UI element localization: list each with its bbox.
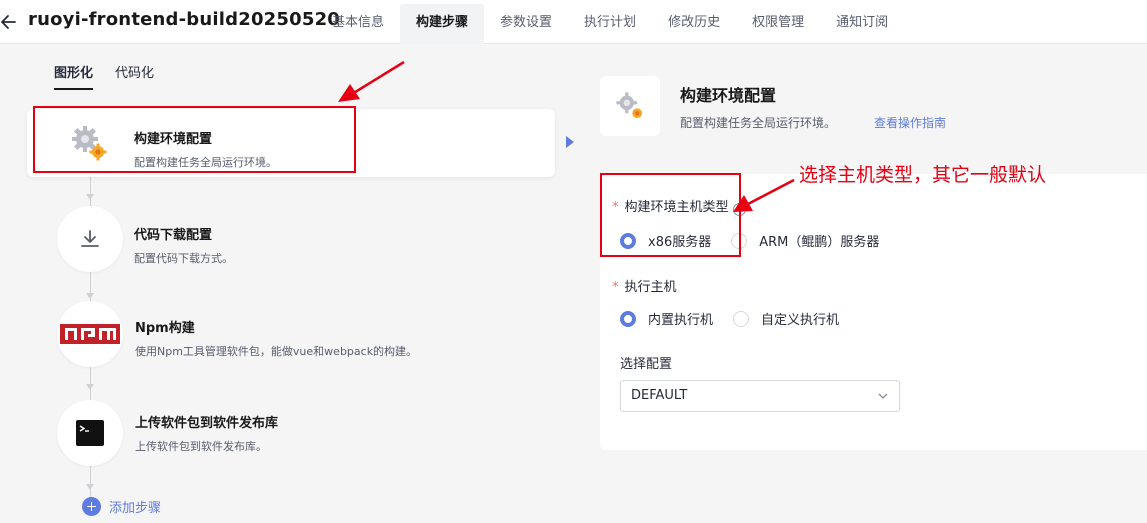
connector-arrow-icon xyxy=(86,194,94,200)
terminal-icon xyxy=(76,420,104,446)
back-arrow-icon[interactable] xyxy=(0,12,18,32)
executor-radio-group: 内置执行机 自定义执行机 xyxy=(620,309,859,328)
pipeline-title: ruoyi-frontend-build20250520 xyxy=(28,9,341,30)
gear-icon xyxy=(616,92,642,118)
step-code-download[interactable]: 代码下载配置 配置代码下载方式。 xyxy=(57,206,537,272)
operation-guide-link[interactable]: 查看操作指南 xyxy=(874,114,946,131)
config-desc: 配置构建任务全局运行环境。 xyxy=(680,116,837,130)
tab-notifications[interactable]: 通知订阅 xyxy=(820,4,904,44)
config-panel: 构建环境配置 配置构建任务全局运行环境。 查看操作指南 * 构建环境主机类型? x… xyxy=(580,44,1147,523)
radio-unchecked-icon xyxy=(733,310,750,327)
selected-step-indicator-icon xyxy=(566,136,574,148)
step-desc: 配置代码下载方式。 xyxy=(134,252,233,265)
connector-arrow-icon xyxy=(86,384,94,390)
step-name: 代码下载配置 xyxy=(134,228,213,243)
step-name: 上传软件包到软件发布库 xyxy=(135,416,279,431)
step-icon-circle xyxy=(57,206,123,272)
npm-logo-icon xyxy=(60,324,120,344)
download-icon xyxy=(81,230,99,247)
tab-permissions[interactable]: 权限管理 xyxy=(736,4,820,44)
profile-select-value: DEFAULT xyxy=(631,388,688,403)
connector-arrow-icon xyxy=(86,484,94,490)
mode-tab-code[interactable]: 代码化 xyxy=(115,62,154,90)
add-step-label: 添加步骤 xyxy=(109,500,162,516)
profile-label: 选择配置 xyxy=(620,357,673,372)
step-name: Npm构建 xyxy=(135,321,195,336)
step-icon-circle xyxy=(57,400,123,466)
tab-schedule[interactable]: 执行计划 xyxy=(568,4,652,44)
config-header: 构建环境配置 配置构建任务全局运行环境。 查看操作指南 xyxy=(600,76,1147,136)
tab-bar: 基本信息 构建步骤 参数设置 执行计划 修改历史 权限管理 通知订阅 xyxy=(316,4,904,44)
tab-history[interactable]: 修改历史 xyxy=(652,4,736,44)
plus-circle-icon xyxy=(82,496,101,516)
profile-select[interactable]: DEFAULT xyxy=(620,380,900,412)
radio-builtin-executor[interactable]: 内置执行机 xyxy=(620,309,713,328)
config-icon-box xyxy=(600,76,660,136)
step-desc: 上传软件包到软件发布库。 xyxy=(135,440,267,453)
chevron-down-icon xyxy=(878,393,888,399)
mode-tabs: 图形化 代码化 xyxy=(54,62,154,90)
top-bar: ruoyi-frontend-build20250520 基本信息 构建步骤 参… xyxy=(0,0,1147,44)
step-npm-build[interactable]: Npm构建 使用Npm工具管理软件包，能做vue和webpack的构建。 xyxy=(57,301,537,367)
tab-basic-info[interactable]: 基本信息 xyxy=(316,4,400,44)
add-step-button[interactable]: 添加步骤 xyxy=(82,496,161,516)
radio-custom-executor[interactable]: 自定义执行机 xyxy=(733,309,839,328)
connector-arrow-icon xyxy=(86,293,94,299)
step-desc: 使用Npm工具管理软件包，能做vue和webpack的构建。 xyxy=(135,345,418,358)
radio-checked-icon xyxy=(620,310,636,327)
tab-build-steps[interactable]: 构建步骤 xyxy=(400,4,485,44)
mode-tab-graphical[interactable]: 图形化 xyxy=(54,62,94,90)
step-upload-package[interactable]: 上传软件包到软件发布库 上传软件包到软件发布库。 xyxy=(57,400,537,466)
annotation-box-host-type xyxy=(600,173,741,257)
radio-arm[interactable]: ARM（鲲鹏）服务器 xyxy=(731,231,879,250)
tab-parameters[interactable]: 参数设置 xyxy=(484,4,568,44)
step-icon-circle xyxy=(57,301,123,367)
annotation-box-step xyxy=(33,106,356,173)
required-mark: * xyxy=(612,280,619,295)
app-root: ruoyi-frontend-build20250520 基本信息 构建步骤 参… xyxy=(0,0,1147,523)
annotation-text: 选择主机类型，其它一般默认 xyxy=(799,164,1047,186)
config-title: 构建环境配置 xyxy=(680,86,777,105)
executor-label: * 执行主机 xyxy=(612,280,677,295)
